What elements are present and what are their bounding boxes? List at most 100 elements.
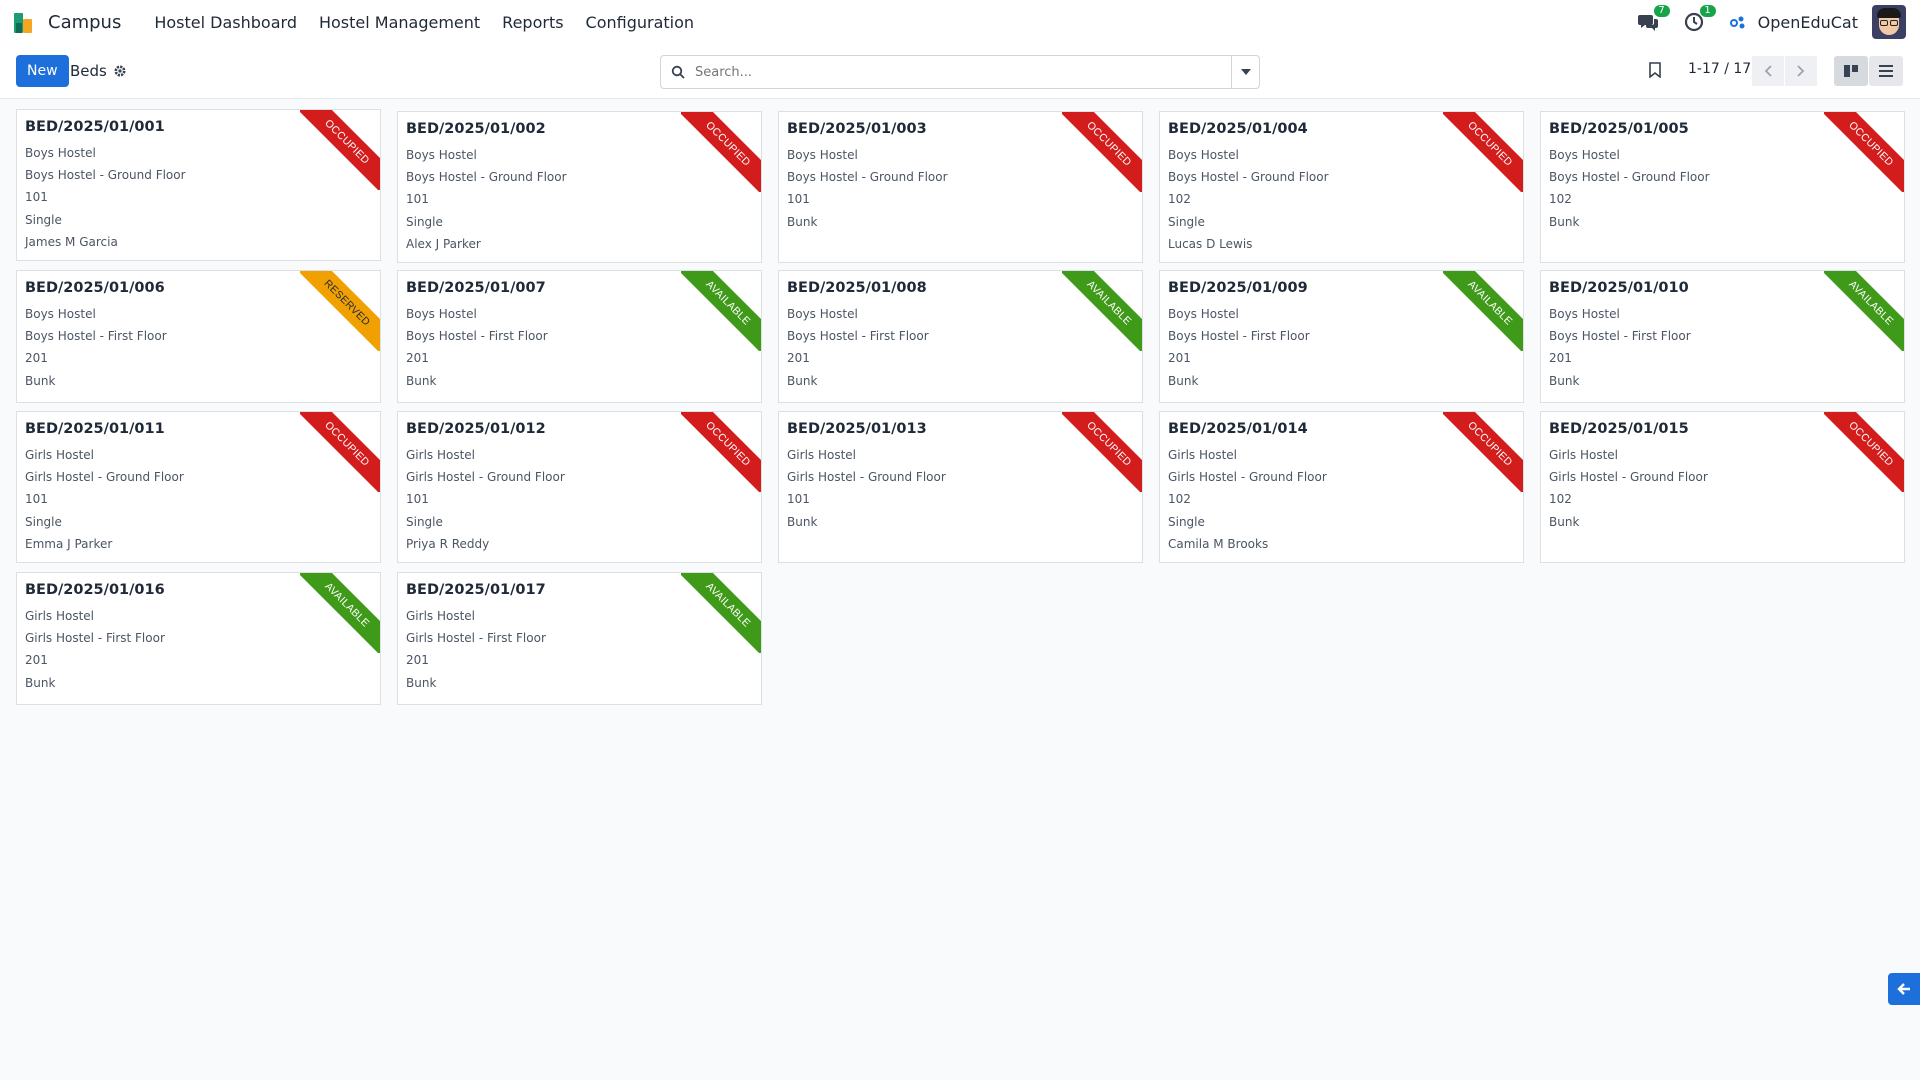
- bed-card[interactable]: BED/2025/01/009 Boys Hostel Boys Hostel - …: [1159, 270, 1524, 403]
- status-ribbon-label: AVAILABLE: [300, 573, 380, 653]
- user-avatar[interactable]: [1872, 5, 1906, 39]
- bed-student: James M Garcia: [25, 234, 118, 249]
- bed-room: 102: [1168, 492, 1191, 507]
- bed-card[interactable]: BED/2025/01/001 Boys Hostel Boys Hostel - …: [16, 109, 381, 261]
- bed-hostel: Boys Hostel: [406, 148, 477, 162]
- bed-floor: Boys Hostel - Ground Floor: [25, 168, 186, 183]
- kanban-view-button[interactable]: [1834, 56, 1868, 86]
- search-options-toggle[interactable]: [1231, 56, 1259, 88]
- bed-hostel: Girls Hostel: [25, 448, 95, 462]
- bed-floor: Boys Hostel - Ground Floor: [406, 170, 567, 185]
- status-ribbon-label: OCCUPIED: [300, 110, 380, 190]
- bed-student: Alex J Parker: [406, 236, 481, 251]
- status-ribbon-label: RESERVED: [300, 271, 380, 351]
- bed-card[interactable]: BED/2025/01/017 Girls Hostel Girls Hostel …: [397, 572, 762, 705]
- status-ribbon-label: AVAILABLE: [1062, 271, 1142, 351]
- menu-reports[interactable]: Reports: [491, 13, 574, 32]
- bed-card[interactable]: BED/2025/01/015 Girls Hostel Girls Hostel …: [1540, 411, 1905, 563]
- pager-previous-button[interactable]: [1752, 56, 1784, 86]
- bed-title: BED/2025/01/008: [787, 280, 927, 296]
- bed-title: BED/2025/01/002: [406, 121, 546, 137]
- status-ribbon: OCCUPIED: [1824, 112, 1904, 192]
- bed-hostel: Boys Hostel: [1549, 148, 1620, 162]
- bed-card[interactable]: BED/2025/01/004 Boys Hostel Boys Hostel - …: [1159, 111, 1524, 263]
- status-ribbon-label: OCCUPIED: [1062, 412, 1142, 492]
- bed-type: Bunk: [1549, 514, 1580, 529]
- activities-button[interactable]: 1: [1682, 5, 1716, 34]
- search-input[interactable]: [695, 64, 1231, 80]
- bed-card[interactable]: BED/2025/01/008 Boys Hostel Boys Hostel - …: [778, 270, 1143, 403]
- bed-type: Single: [1168, 514, 1205, 529]
- menu-hostel-dashboard[interactable]: Hostel Dashboard: [143, 13, 308, 32]
- bed-card[interactable]: BED/2025/01/007 Boys Hostel Boys Hostel - …: [397, 270, 762, 403]
- list-view-button[interactable]: [1869, 56, 1903, 86]
- bed-type: Single: [1168, 214, 1205, 229]
- pager-value[interactable]: 1-17 / 17: [1688, 61, 1751, 77]
- bed-card[interactable]: BED/2025/01/012 Girls Hostel Girls Hostel …: [397, 411, 762, 563]
- bed-type: Bunk: [25, 675, 56, 690]
- status-ribbon-label: OCCUPIED: [300, 412, 380, 492]
- status-ribbon: AVAILABLE: [300, 573, 380, 653]
- bed-student: Camila M Brooks: [1168, 536, 1269, 551]
- status-ribbon-label: OCCUPIED: [1824, 412, 1904, 492]
- menu-configuration[interactable]: Configuration: [575, 13, 706, 32]
- bed-floor: Boys Hostel - Ground Floor: [787, 170, 948, 185]
- app-logo-icon[interactable]: [14, 11, 34, 33]
- bed-hostel: Girls Hostel: [787, 448, 857, 462]
- new-button[interactable]: New: [16, 55, 69, 87]
- status-ribbon-label: AVAILABLE: [681, 271, 761, 351]
- status-ribbon-label: OCCUPIED: [1443, 112, 1523, 192]
- gear-icon[interactable]: [113, 64, 127, 78]
- bed-hostel: Girls Hostel: [1168, 448, 1238, 462]
- expand-panel-button[interactable]: [1888, 973, 1920, 1005]
- status-ribbon: OCCUPIED: [1443, 112, 1523, 192]
- bed-hostel: Girls Hostel: [406, 448, 476, 462]
- bed-floor: Boys Hostel - First Floor: [1168, 329, 1310, 344]
- bed-hostel: Boys Hostel: [787, 148, 858, 162]
- status-ribbon: AVAILABLE: [681, 271, 761, 351]
- bed-hostel: Boys Hostel: [25, 307, 96, 321]
- activities-badge: 1: [1699, 5, 1716, 17]
- company-switch-icon[interactable]: [1728, 12, 1748, 32]
- company-name[interactable]: OpenEduCat: [1758, 13, 1858, 32]
- bed-card[interactable]: BED/2025/01/006 Boys Hostel Boys Hostel - …: [16, 270, 381, 403]
- favorites-button[interactable]: [1648, 62, 1662, 82]
- pager-next-button[interactable]: [1785, 56, 1817, 86]
- bed-type: Single: [25, 212, 62, 227]
- bed-card[interactable]: BED/2025/01/013 Girls Hostel Girls Hostel …: [778, 411, 1143, 563]
- bed-card[interactable]: BED/2025/01/010 Boys Hostel Boys Hostel - …: [1540, 270, 1905, 403]
- bookmark-icon: [1649, 62, 1661, 79]
- bed-floor: Girls Hostel - Ground Floor: [1549, 470, 1708, 485]
- bed-card[interactable]: BED/2025/01/002 Boys Hostel Boys Hostel - …: [397, 111, 762, 263]
- bed-room: 201: [406, 653, 429, 668]
- bed-student: Priya R Reddy: [406, 536, 490, 551]
- bed-type: Single: [406, 514, 443, 529]
- bed-type: Bunk: [787, 373, 818, 388]
- status-ribbon: OCCUPIED: [1824, 412, 1904, 492]
- bed-card[interactable]: BED/2025/01/016 Girls Hostel Girls Hostel …: [16, 572, 381, 705]
- bed-type: Single: [406, 214, 443, 229]
- bed-card[interactable]: BED/2025/01/005 Boys Hostel Boys Hostel - …: [1540, 111, 1905, 263]
- status-ribbon-label: AVAILABLE: [681, 573, 761, 653]
- bed-room: 101: [787, 192, 810, 207]
- bed-type: Bunk: [1549, 373, 1580, 388]
- app-name[interactable]: Campus: [48, 12, 121, 33]
- bed-room: 102: [1168, 192, 1191, 207]
- bed-type: Bunk: [25, 373, 56, 388]
- bed-room: 101: [25, 492, 48, 507]
- status-ribbon: OCCUPIED: [681, 112, 761, 192]
- search-bar: [660, 55, 1260, 89]
- messages-button[interactable]: 7: [1636, 5, 1670, 34]
- bed-room: 102: [1549, 492, 1572, 507]
- bed-room: 201: [787, 351, 810, 366]
- bed-hostel: Girls Hostel: [25, 609, 95, 623]
- bed-title: BED/2025/01/016: [25, 582, 165, 598]
- bed-floor: Girls Hostel - First Floor: [25, 631, 165, 646]
- status-ribbon: OCCUPIED: [681, 412, 761, 492]
- bed-room: 101: [406, 192, 429, 207]
- bed-card[interactable]: BED/2025/01/014 Girls Hostel Girls Hostel …: [1159, 411, 1524, 563]
- bed-card[interactable]: BED/2025/01/003 Boys Hostel Boys Hostel - …: [778, 111, 1143, 263]
- bed-card[interactable]: BED/2025/01/011 Girls Hostel Girls Hostel …: [16, 411, 381, 563]
- status-ribbon-label: OCCUPIED: [681, 412, 761, 492]
- menu-hostel-management[interactable]: Hostel Management: [308, 13, 491, 32]
